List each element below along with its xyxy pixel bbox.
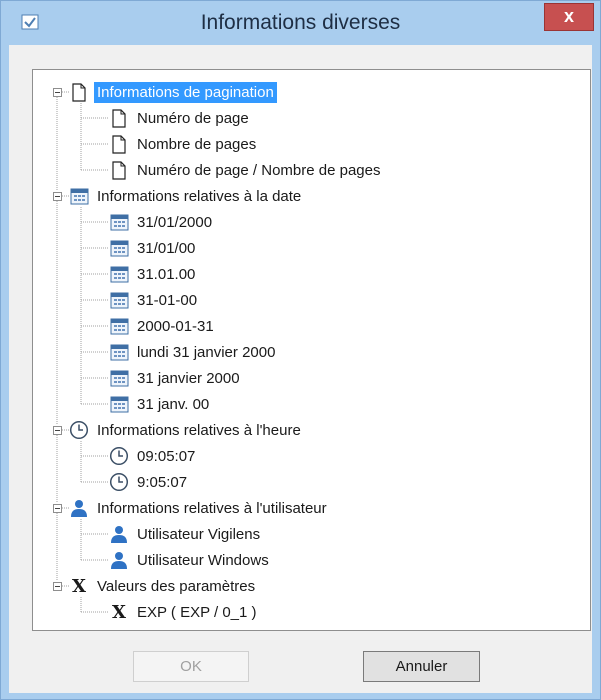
tree-group-node[interactable]: X Valeurs des paramètres bbox=[69, 574, 258, 598]
calendar-icon bbox=[109, 211, 129, 233]
tree-item-label: Utilisateur Vigilens bbox=[137, 525, 261, 543]
tree-item-label: 31/01/2000 bbox=[137, 213, 213, 231]
tree-collapse-toggle[interactable] bbox=[53, 192, 62, 201]
page-icon bbox=[69, 81, 89, 103]
tree-group-label: Informations relatives à l'heure bbox=[97, 421, 301, 439]
calendar-icon bbox=[109, 315, 129, 337]
clock-icon bbox=[109, 471, 129, 493]
dialog-body: Informations de pagination Numéro de page… bbox=[9, 45, 592, 693]
tree-item-node[interactable]: 9:05:07 bbox=[109, 470, 190, 494]
tree-item-label: 31 janv. 00 bbox=[137, 395, 210, 413]
svg-text:X: X bbox=[112, 603, 126, 621]
tree-item-label: Nombre de pages bbox=[137, 135, 257, 153]
title-bar[interactable]: Informations diverses x bbox=[1, 1, 600, 45]
calendar-icon bbox=[109, 289, 129, 311]
tree-item-label: 31.01.00 bbox=[137, 265, 196, 283]
clock-icon bbox=[69, 419, 89, 441]
user-icon bbox=[109, 523, 129, 545]
ok-button[interactable]: OK bbox=[133, 651, 249, 682]
page-icon bbox=[109, 107, 129, 129]
tree-group-label: Informations relatives à la date bbox=[97, 187, 302, 205]
calendar-icon bbox=[109, 393, 129, 415]
tree-group-node[interactable]: Informations relatives à l'utilisateur bbox=[69, 496, 330, 520]
page-icon bbox=[109, 133, 129, 155]
tree-item-node[interactable]: 31/01/2000 bbox=[109, 210, 215, 234]
calendar-icon bbox=[69, 185, 89, 207]
tree-item-node[interactable]: Utilisateur Vigilens bbox=[109, 522, 263, 546]
tree-item-node[interactable]: 31.01.00 bbox=[109, 262, 198, 286]
tree-item-node[interactable]: 09:05:07 bbox=[109, 444, 198, 468]
tree-item-node[interactable]: 31/01/00 bbox=[109, 236, 198, 260]
tree-item-node[interactable]: Nombre de pages bbox=[109, 132, 259, 156]
tree-item-label: Numéro de page / Nombre de pages bbox=[137, 161, 381, 179]
tree-item-label: 31/01/00 bbox=[137, 239, 196, 257]
variable-x-icon: X bbox=[69, 575, 89, 597]
tree-item-label: lundi 31 janvier 2000 bbox=[137, 343, 276, 361]
tree-item-label: Numéro de page bbox=[137, 109, 249, 127]
variable-x-icon: X bbox=[109, 601, 129, 623]
tree-item-node[interactable]: 31-01-00 bbox=[109, 288, 200, 312]
tree-item-node[interactable]: 31 janv. 00 bbox=[109, 392, 212, 416]
user-icon bbox=[109, 549, 129, 571]
window-title: Informations diverses bbox=[200, 11, 401, 34]
svg-text:X: X bbox=[72, 577, 86, 595]
tree-item-label: 9:05:07 bbox=[137, 473, 188, 491]
calendar-icon bbox=[109, 237, 129, 259]
tree-item-node[interactable]: lundi 31 janvier 2000 bbox=[109, 340, 278, 364]
tree-group-node[interactable]: Informations relatives à l'heure bbox=[69, 418, 304, 442]
tree-collapse-toggle[interactable] bbox=[53, 504, 62, 513]
tree-item-label: EXP ( EXP / 0_1 ) bbox=[137, 603, 257, 621]
tree-item-label: 09:05:07 bbox=[137, 447, 196, 465]
tree-group-label: Valeurs des paramètres bbox=[97, 577, 256, 595]
calendar-icon bbox=[109, 367, 129, 389]
info-tree[interactable]: Informations de pagination Numéro de page… bbox=[32, 69, 591, 631]
tree-group-label: Informations de pagination bbox=[94, 81, 277, 103]
calendar-icon bbox=[109, 263, 129, 285]
clock-icon bbox=[109, 445, 129, 467]
tree-item-label: 2000-01-31 bbox=[137, 317, 214, 335]
tree-item-node[interactable]: X EXP ( EXP / 0_1 ) bbox=[109, 600, 260, 624]
close-button[interactable]: x bbox=[544, 3, 594, 31]
tree-collapse-toggle[interactable] bbox=[53, 426, 62, 435]
tree-item-label: Utilisateur Windows bbox=[137, 551, 269, 569]
tree-collapse-toggle[interactable] bbox=[53, 582, 62, 591]
calendar-icon bbox=[109, 341, 129, 363]
dialog-window: Informations diverses x Informations de … bbox=[0, 0, 601, 700]
cancel-button[interactable]: Annuler bbox=[363, 651, 480, 682]
tree-item-node[interactable]: Utilisateur Windows bbox=[109, 548, 272, 572]
tree-collapse-toggle[interactable] bbox=[53, 88, 62, 97]
tree-item-node[interactable]: Numéro de page bbox=[109, 106, 252, 130]
page-icon bbox=[109, 159, 129, 181]
tree-item-label: 31 janvier 2000 bbox=[137, 369, 240, 387]
tree-group-node[interactable]: Informations relatives à la date bbox=[69, 184, 304, 208]
tree-item-node[interactable]: 2000-01-31 bbox=[109, 314, 217, 338]
user-icon bbox=[69, 497, 89, 519]
tree-item-node[interactable]: Numéro de page / Nombre de pages bbox=[109, 158, 383, 182]
tree-item-label: 31-01-00 bbox=[137, 291, 198, 309]
tree-group-label: Informations relatives à l'utilisateur bbox=[97, 499, 327, 517]
tree-item-node[interactable]: 31 janvier 2000 bbox=[109, 366, 243, 390]
tree-group-node[interactable]: Informations de pagination bbox=[69, 80, 277, 104]
